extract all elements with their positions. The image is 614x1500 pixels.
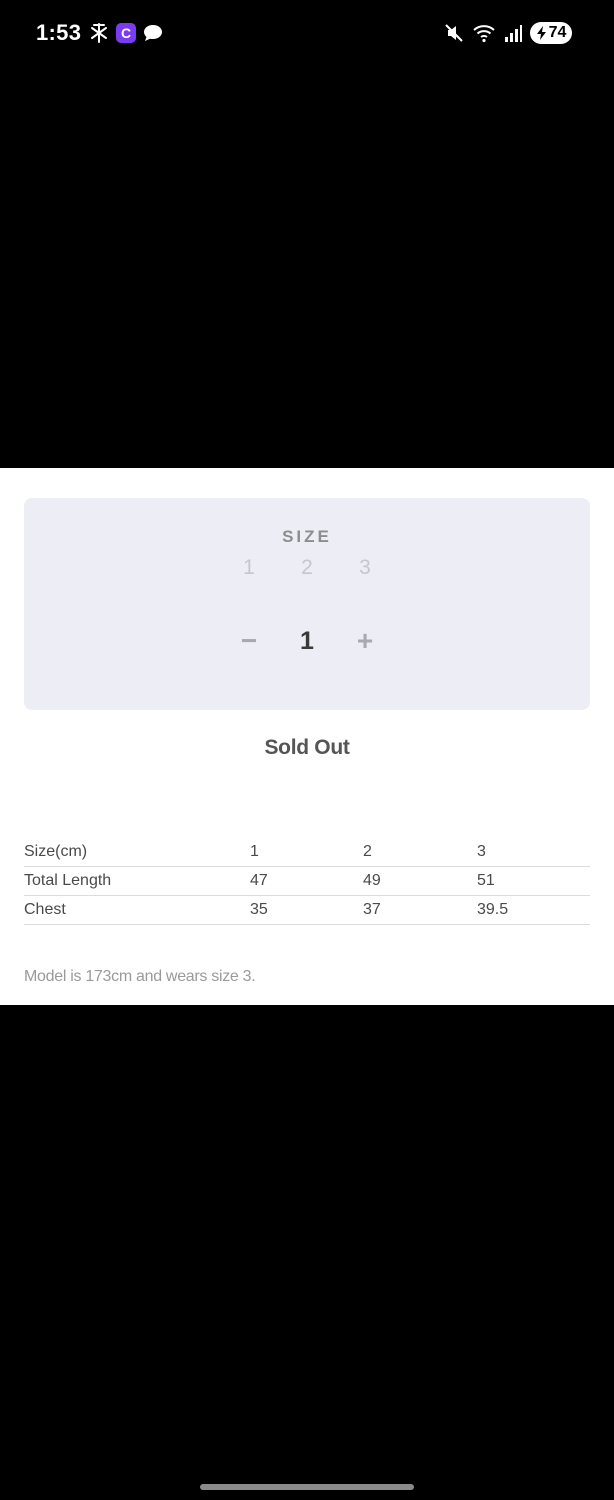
table-header-cell: Size(cm) (24, 838, 250, 867)
size-chart-table: Size(cm) 1 2 3 Total Length 47 49 51 Che… (24, 838, 590, 925)
wifi-icon (473, 25, 495, 43)
battery-indicator: 74 (530, 22, 572, 44)
c-app-icon: C (116, 23, 136, 43)
mute-icon (445, 24, 463, 42)
table-cell: 37 (363, 895, 477, 925)
size-option-1[interactable]: 1 (231, 556, 267, 584)
table-cell: 51 (477, 866, 590, 896)
status-time: 1:53 (36, 20, 82, 45)
table-cell: 49 (363, 866, 477, 896)
quantity-stepper: − 1 + (230, 624, 384, 658)
feather-app-icon (91, 23, 107, 43)
table-header-cell: 2 (363, 838, 477, 867)
sold-out-status: Sold Out (264, 736, 350, 759)
status-right-icons: 74 (444, 20, 572, 46)
table-row: Total Length 47 49 51 (24, 866, 590, 896)
table-cell: 47 (250, 866, 363, 896)
decrease-quantity-button[interactable]: − (230, 624, 268, 658)
table-cell: Total Length (24, 866, 250, 896)
status-bar: 1:53 C 74 (0, 0, 614, 66)
size-option-3[interactable]: 3 (347, 556, 383, 584)
size-option-2[interactable]: 2 (289, 556, 325, 584)
home-indicator[interactable] (200, 1484, 414, 1490)
table-header-row: Size(cm) 1 2 3 (24, 838, 590, 867)
quantity-value: 1 (300, 626, 314, 655)
table-cell: 39.5 (477, 895, 590, 925)
chat-bubble-icon (144, 25, 162, 41)
size-options: 1 2 3 (231, 556, 383, 584)
size-label: SIZE (282, 527, 332, 546)
screen: 1:53 C 74 SIZE 1 2 3 − 1 + Sold Out Size… (0, 0, 614, 1500)
table-header-cell: 1 (250, 838, 363, 867)
status-left-icons: C (88, 20, 164, 46)
table-header-cell: 3 (477, 838, 590, 867)
table-cell: Chest (24, 895, 250, 925)
product-options-panel: SIZE 1 2 3 − 1 + Sold Out Size(cm) 1 2 3… (0, 468, 614, 1005)
model-size-note: Model is 173cm and wears size 3. (24, 968, 256, 985)
battery-level: 74 (548, 24, 567, 41)
increase-quantity-button[interactable]: + (346, 624, 384, 658)
table-cell: 35 (250, 895, 363, 925)
charging-icon (536, 26, 546, 40)
table-row: Chest 35 37 39.5 (24, 895, 590, 925)
signal-icon (505, 25, 522, 42)
